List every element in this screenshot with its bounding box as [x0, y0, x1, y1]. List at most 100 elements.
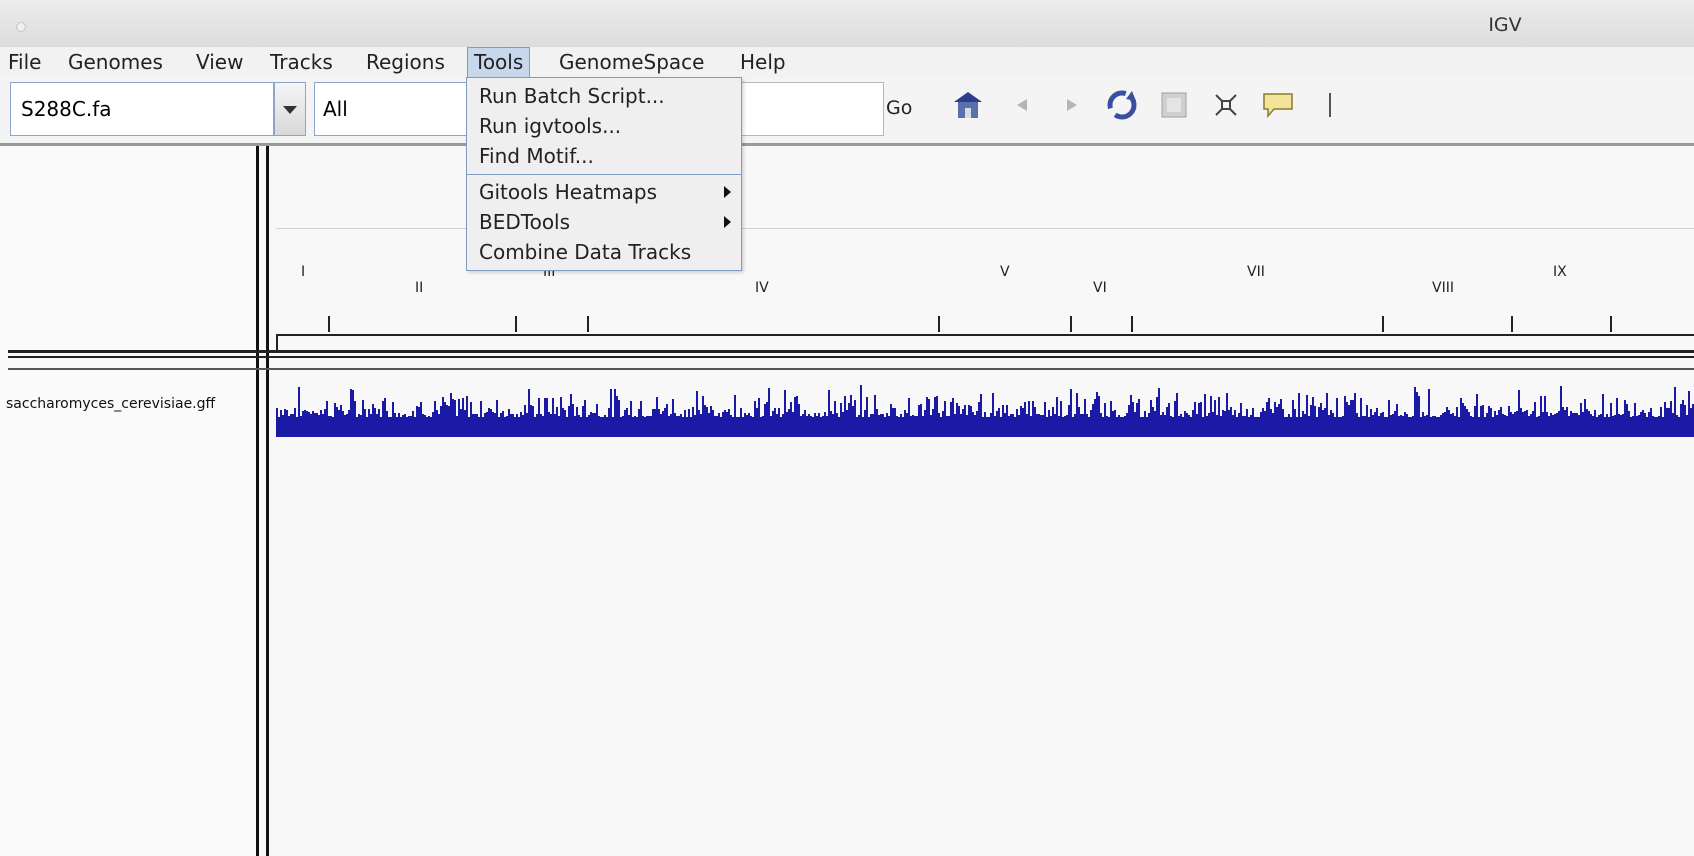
menu-tools[interactable]: Tools — [467, 47, 531, 77]
go-button[interactable]: Go — [886, 97, 912, 119]
chromosome-label[interactable]: I — [301, 264, 305, 280]
feature-bar — [1496, 415, 1498, 423]
feature-bar — [1536, 417, 1538, 423]
genome-selector[interactable]: S288C.fa — [10, 82, 274, 136]
feature-bar — [1476, 394, 1478, 423]
feature-bar — [1396, 404, 1398, 423]
menu-item-find-motif[interactable]: Find Motif... — [479, 144, 594, 168]
feature-bar — [1216, 415, 1218, 423]
menu-item-bedtools[interactable]: BEDTools — [479, 210, 570, 234]
feature-bar — [802, 414, 804, 423]
menu-tracks[interactable]: Tracks — [264, 47, 339, 77]
feature-bar — [1280, 399, 1282, 423]
feature-bar — [1212, 412, 1214, 423]
feature-bar — [520, 412, 522, 423]
feature-bar — [1042, 415, 1044, 423]
feature-bar — [1046, 417, 1048, 423]
feature-bar — [624, 410, 626, 423]
track-name-gff[interactable]: saccharomyces_cerevisiae.gff — [6, 396, 215, 412]
menu-regions[interactable]: Regions — [360, 47, 451, 77]
feature-bar — [530, 405, 532, 423]
feature-bar — [1664, 402, 1666, 423]
feature-bar — [1058, 416, 1060, 423]
panel-divider[interactable] — [266, 146, 269, 856]
genome-dropdown-button[interactable] — [274, 82, 306, 136]
ruler-divider[interactable] — [8, 356, 1694, 358]
chromosome-label[interactable]: VIII — [1432, 280, 1454, 296]
feature-bar — [1560, 386, 1562, 423]
chromosome-label[interactable]: II — [415, 280, 423, 296]
feature-bar — [282, 415, 284, 423]
feature-bar — [968, 405, 970, 423]
feature-bar — [1076, 393, 1078, 423]
feature-bar — [1370, 409, 1372, 423]
locus-search-input[interactable] — [740, 82, 884, 136]
feature-bar — [1346, 402, 1348, 423]
feature-bar — [600, 417, 602, 423]
feature-bar — [1038, 414, 1040, 423]
home-icon[interactable] — [950, 87, 986, 123]
chromosome-selector[interactable]: All — [314, 82, 472, 136]
menu-item-combine-data-tracks[interactable]: Combine Data Tracks — [479, 240, 691, 264]
menu-help[interactable]: Help — [734, 47, 792, 77]
feature-bar — [970, 406, 972, 423]
ruler-divider[interactable] — [8, 350, 1694, 353]
feature-bar — [1376, 408, 1378, 423]
feature-bar — [1022, 408, 1024, 423]
feature-bar — [276, 408, 278, 423]
feature-density-track[interactable] — [276, 383, 1694, 437]
ruler-line-icon[interactable] — [1312, 87, 1348, 123]
feature-bar — [1564, 410, 1566, 423]
chromosome-label[interactable]: VI — [1093, 280, 1107, 296]
menu-item-run-batch-script[interactable]: Run Batch Script... — [479, 84, 665, 108]
feature-bar — [1438, 417, 1440, 423]
feature-bar — [328, 416, 330, 423]
feature-bar — [652, 409, 654, 423]
panel-divider[interactable] — [256, 146, 259, 856]
feature-bar — [1436, 417, 1438, 423]
forward-icon[interactable] — [1054, 87, 1090, 123]
feature-bar — [1136, 403, 1138, 423]
chromosome-label[interactable]: VII — [1247, 264, 1265, 280]
menu-item-gitools-heatmaps[interactable]: Gitools Heatmaps — [479, 180, 657, 204]
menu-item-run-igvtools[interactable]: Run igvtools... — [479, 114, 621, 138]
feature-bar — [428, 416, 430, 423]
feature-bar — [1434, 416, 1436, 423]
back-icon[interactable] — [1004, 87, 1040, 123]
chromosome-label[interactable]: V — [1000, 264, 1010, 280]
chromosome-boundary-tick — [1131, 316, 1133, 332]
feature-bar — [1482, 405, 1484, 423]
feature-bar — [768, 388, 770, 423]
chromosome-label[interactable]: IV — [755, 280, 769, 296]
feature-bar — [1442, 413, 1444, 423]
feature-bar — [1418, 396, 1420, 423]
feature-bar — [1020, 406, 1022, 423]
chromosome-label[interactable]: IX — [1553, 264, 1567, 280]
feature-bar — [448, 406, 450, 423]
region-icon[interactable] — [1156, 87, 1192, 123]
feature-bar — [838, 417, 840, 423]
refresh-icon[interactable] — [1104, 87, 1140, 123]
menu-genomespace[interactable]: GenomeSpace — [553, 47, 710, 77]
window-close-icon[interactable] — [16, 22, 26, 32]
feature-bar — [1654, 417, 1656, 423]
menu-file[interactable]: File — [2, 47, 47, 77]
feature-bar — [1110, 401, 1112, 423]
feature-bar — [394, 413, 396, 423]
popup-icon[interactable] — [1260, 87, 1296, 123]
menu-view[interactable]: View — [190, 47, 249, 77]
feature-bar — [1522, 412, 1524, 423]
feature-bar — [1064, 416, 1066, 423]
feature-bar — [1500, 407, 1502, 423]
feature-bar — [648, 416, 650, 423]
resize-icon[interactable] — [1208, 87, 1244, 123]
feature-bar — [1660, 407, 1662, 423]
menu-genomes[interactable]: Genomes — [62, 47, 169, 77]
feature-bar — [554, 414, 556, 423]
feature-bar — [930, 415, 932, 423]
feature-bar — [358, 414, 360, 423]
feature-bar — [922, 416, 924, 423]
feature-bar — [622, 416, 624, 423]
feature-bar — [336, 407, 338, 423]
feature-bar — [1446, 407, 1448, 423]
